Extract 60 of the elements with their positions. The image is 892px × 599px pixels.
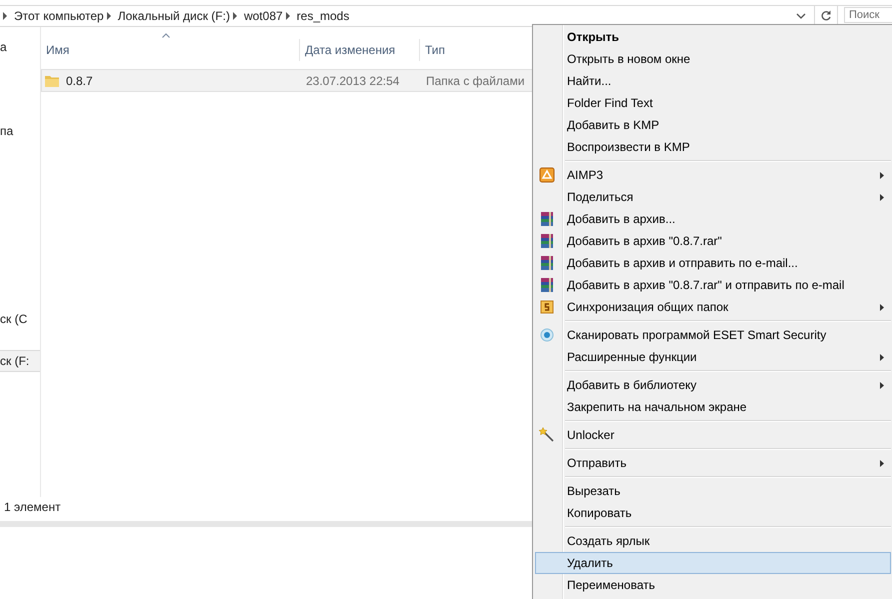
menu-item[interactable]: Добавить в библиотеку [535,374,891,396]
books-icon [539,255,555,271]
menu-item[interactable]: Открыть в новом окне [535,48,891,70]
chevron-icon [284,12,291,20]
menu-item[interactable]: Вырезать [535,480,891,502]
column-header[interactable]: Дата изменения [300,39,420,61]
folder-icon [44,74,60,88]
menu-item[interactable]: Переименовать [535,574,891,596]
sidebar-item[interactable]: ск (C [0,309,40,329]
submenu-arrow-icon [880,304,884,311]
sidebar-item[interactable]: а [0,37,40,57]
menu-item[interactable]: Расширенные функции [535,346,891,368]
refresh-icon[interactable] [820,10,832,22]
books-icon [539,211,555,227]
menu-item[interactable]: Сканировать программой ESET Smart Security [535,324,891,346]
menu-item[interactable]: Добавить в архив "0.8.7.rar" и отправить по e-mail [535,274,891,296]
table-cell-text: 23.07.2013 22:54 [305,74,400,88]
submenu-arrow-icon [880,460,884,467]
books-icon [539,277,555,293]
submenu-arrow-icon [880,172,884,179]
eye-icon [539,327,555,343]
search-field[interactable]: Поиск [844,7,892,23]
menu-item[interactable]: Добавить в архив "0.8.7.rar" [535,230,891,252]
menu-item[interactable]: Копировать [535,502,891,524]
chevron-icon [2,12,8,20]
chevron-icon [232,12,238,20]
magic-wand-icon [539,427,555,443]
menu-item[interactable]: Добавить в архив... [535,208,891,230]
menu-item[interactable]: Folder Find Text [535,92,891,114]
chevron-icon [106,12,112,20]
menu-item[interactable]: Воспроизвести в KMP [535,136,891,158]
menu-item[interactable]: Отправить [535,452,891,474]
file-name: 0.8.7 [66,74,93,88]
s-icon [539,299,555,315]
breadcrumb[interactable]: Этот компьютер [14,9,104,23]
sidebar-item[interactable]: ск (F: [0,350,40,372]
breadcrumb[interactable]: wot087 [244,9,283,23]
dropdown-icon[interactable] [796,12,806,20]
menu-item[interactable]: Добавить в архив и отправить по e-mail... [535,252,891,274]
submenu-arrow-icon [880,194,884,201]
table-cell-text: Папка с файлами [425,74,526,88]
menu-item[interactable]: Синхронизация общих папок [535,296,891,318]
menu-item[interactable]: Открыть [535,26,891,48]
submenu-arrow-icon [880,354,884,361]
menu-item[interactable]: AIMP3 [535,164,891,186]
breadcrumb[interactable]: res_mods [296,9,350,23]
submenu-arrow-icon [880,382,884,389]
menu-item[interactable]: Добавить в KMP [535,114,891,136]
menu-item[interactable]: Удалить [535,552,891,574]
status-text: 1 элемент [3,499,61,516]
breadcrumb[interactable]: Локальный диск (F:) [118,9,230,23]
menu-item[interactable]: Закрепить на начальном экране [535,396,891,418]
books-icon [539,233,555,249]
menu-item[interactable]: Поделиться [535,186,891,208]
menu-item[interactable]: Unlocker [535,424,891,446]
sort-caret-icon [162,33,170,38]
menu-item[interactable]: Создать ярлык [535,530,891,552]
menu-item[interactable]: Найти... [535,70,891,92]
column-header[interactable]: Имя [41,39,300,61]
sidebar-item[interactable]: па [0,121,40,141]
